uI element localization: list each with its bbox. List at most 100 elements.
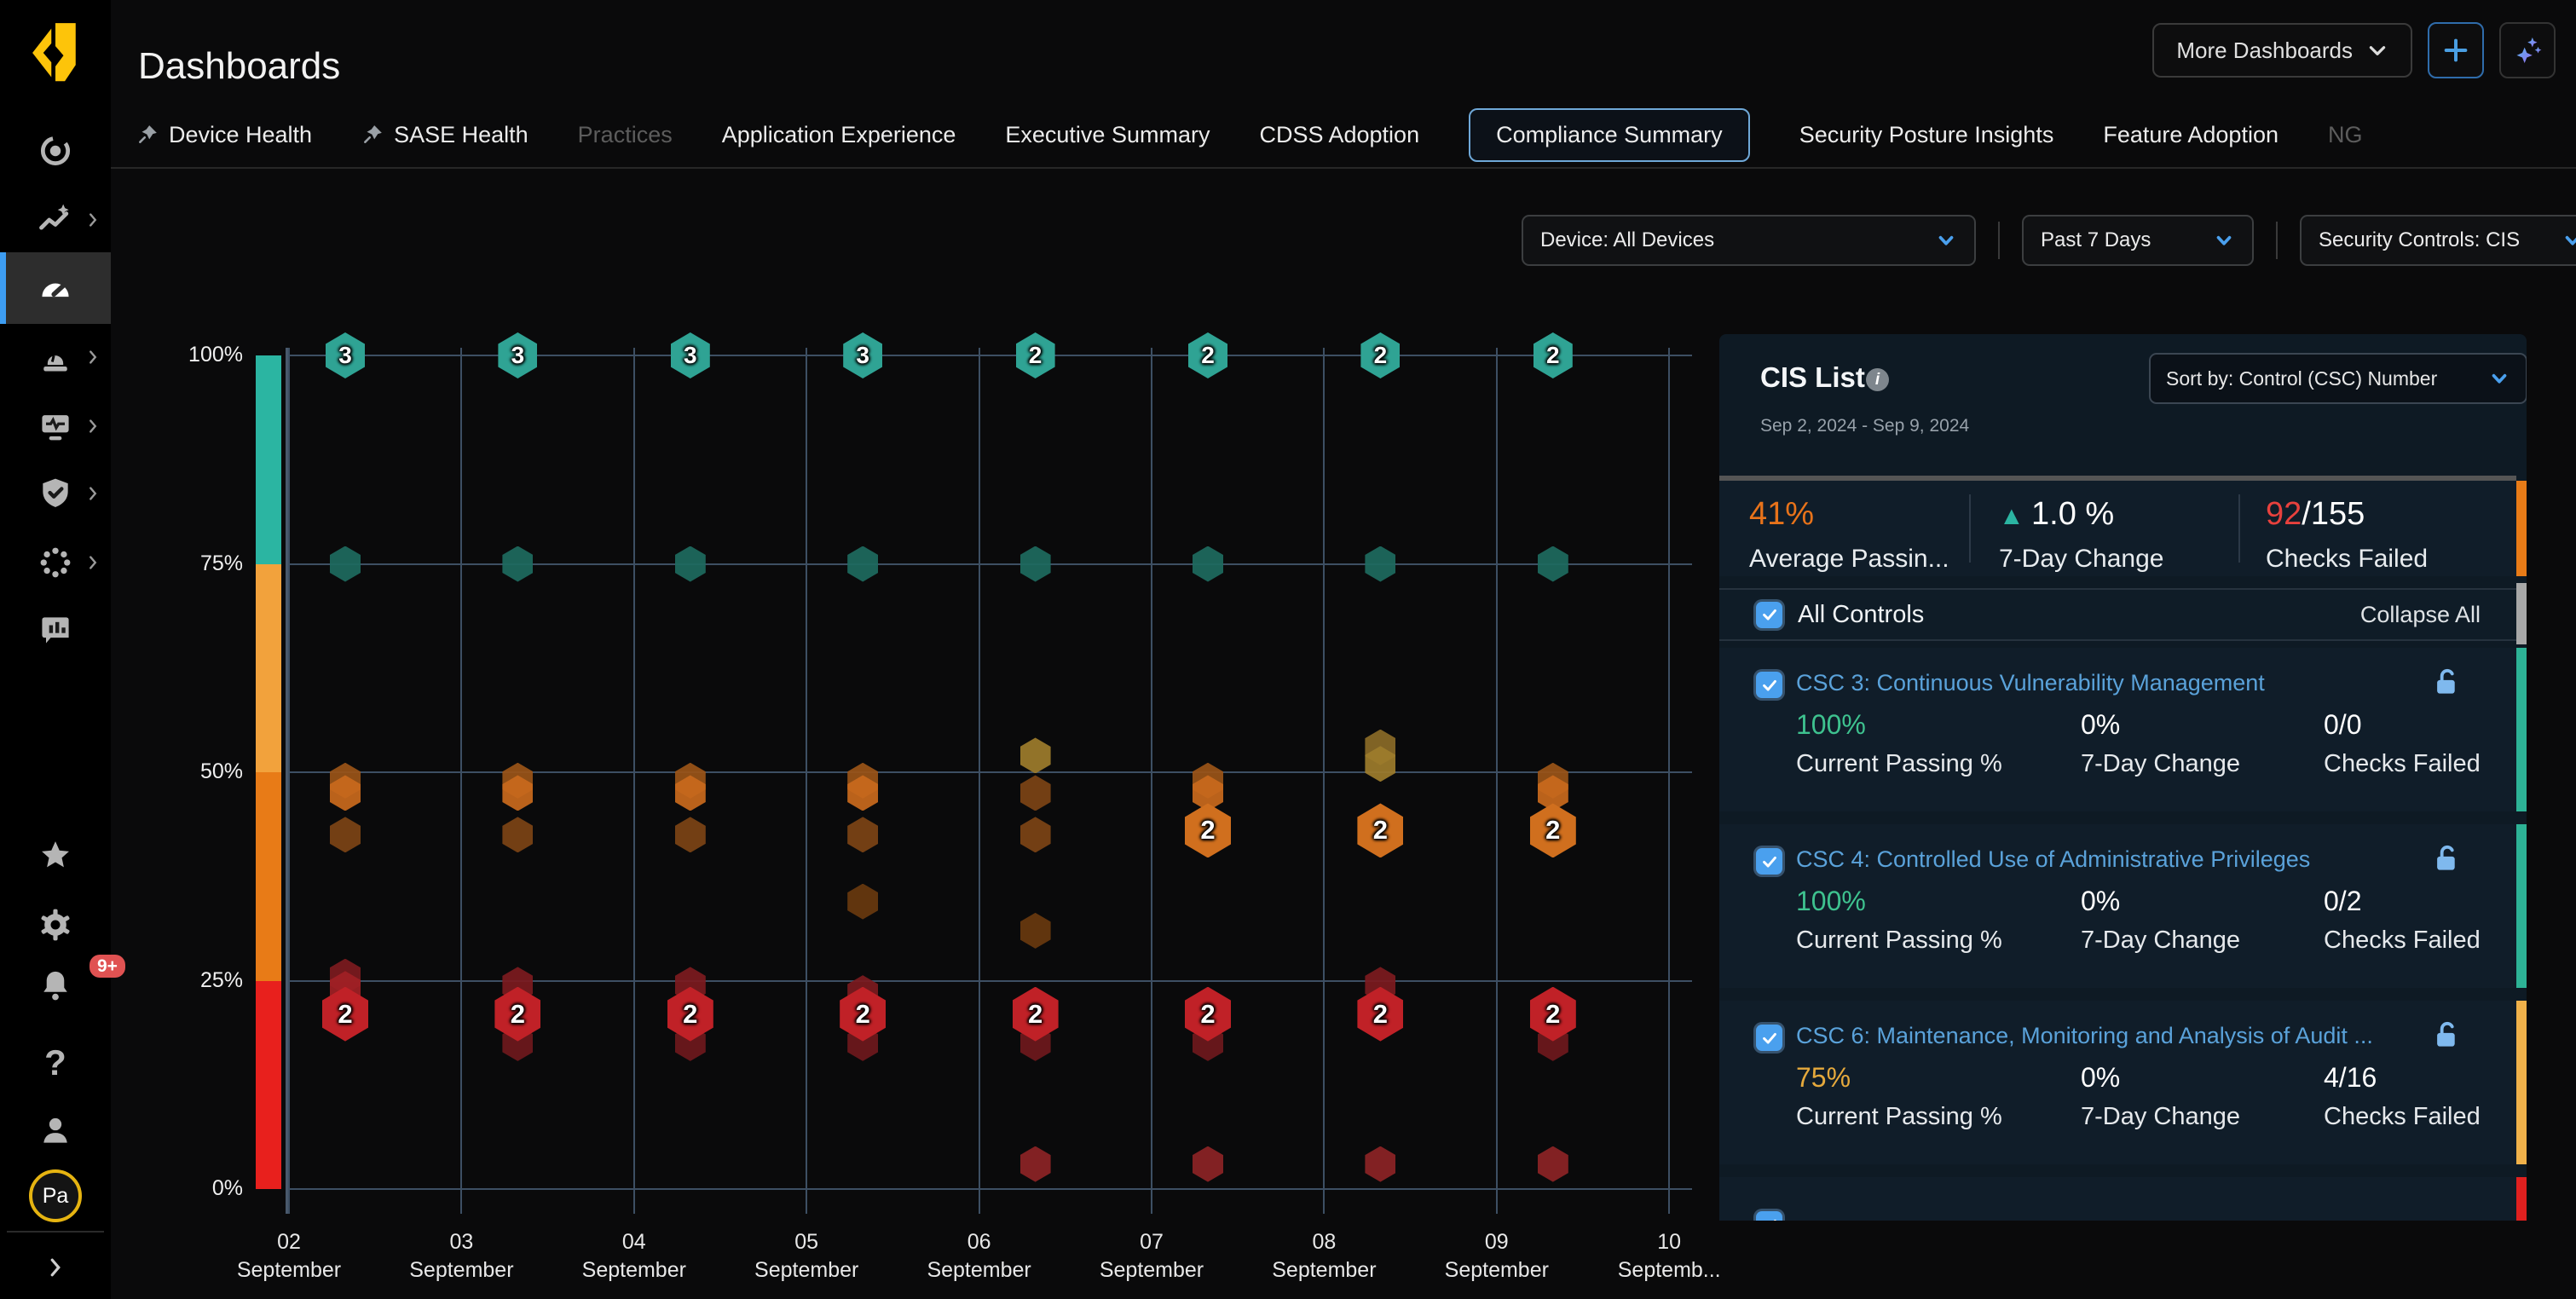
hex-marker[interactable]: 2 [1533,332,1573,378]
panel-date-range: Sep 2, 2024 - Sep 9, 2024 [1760,416,1969,436]
hex-marker[interactable] [502,546,533,582]
hex-marker[interactable]: 2 [494,987,540,1042]
sidebar-item-help[interactable]: ? [0,1027,111,1099]
tab-application-experience[interactable]: Application Experience [722,122,956,148]
all-controls-row[interactable]: All Controls Collapse All [1719,588,2516,641]
info-icon[interactable]: i [1866,368,1889,391]
chevron-right-icon [84,348,102,367]
sidebar-item-radar[interactable] [0,115,111,187]
sidebar-item-notifications[interactable]: 9+ [0,950,111,1021]
hex-marker[interactable] [1193,1146,1223,1182]
tab-ng[interactable]: NG [2328,122,2363,148]
sidebar-item-favorites[interactable] [0,820,111,892]
hex-marker[interactable] [1193,546,1223,582]
sidebar-item-insights[interactable] [0,184,111,256]
hex-marker[interactable] [847,817,878,852]
hex-marker[interactable]: 2 [840,987,886,1042]
control-card-title[interactable]: CSC 6: Maintenance, Monitoring and Analy… [1796,1023,2373,1049]
chevron-right-icon [84,484,102,503]
hex-marker[interactable] [1020,737,1051,773]
control-checkbox[interactable] [1756,672,1782,698]
control-card-value: 0% [2081,886,2120,917]
more-dashboards-button[interactable]: More Dashboards [2152,23,2412,78]
hex-marker[interactable] [1020,1146,1051,1182]
hex-marker[interactable] [675,546,706,582]
hex-marker[interactable] [502,817,533,852]
collapse-all-button[interactable]: Collapse All [2360,602,2481,628]
hex-marker[interactable]: 2 [1188,332,1227,378]
hex-marker[interactable]: 2 [1357,803,1403,857]
tab-device-health[interactable]: Device Health [136,122,312,148]
hex-marker[interactable] [1020,546,1051,582]
risk-gauge-segment [256,981,281,1190]
hex-marker[interactable] [1020,817,1051,852]
hex-marker[interactable] [1365,546,1395,582]
risk-gauge-segment [256,564,281,773]
hex-marker[interactable] [847,884,878,920]
risk-gauge-segment [256,772,281,981]
scrollbar-thumb[interactable] [2516,583,2527,644]
hex-marker[interactable] [1538,1146,1568,1182]
hex-marker[interactable]: 2 [1016,332,1055,378]
ai-assistant-button[interactable] [2499,22,2556,78]
control-checkbox[interactable] [1756,848,1782,875]
hex-marker[interactable]: 2 [1530,803,1576,857]
chevron-right-icon [84,417,102,436]
device-filter-dropdown[interactable]: Device: All Devices [1522,215,1976,266]
tab-compliance-summary[interactable]: Compliance Summary [1469,108,1750,162]
hex-marker[interactable] [1365,1146,1395,1182]
hex-marker[interactable] [675,817,706,852]
hex-marker[interactable]: 3 [843,332,882,378]
unlock-icon[interactable] [2431,667,2463,699]
control-checkbox[interactable] [1756,1025,1782,1051]
sidebar-item-user[interactable] [0,1094,111,1166]
hex-marker[interactable] [1020,913,1051,949]
hex-marker[interactable]: 2 [1013,987,1059,1042]
hex-marker[interactable]: 3 [671,332,710,378]
hex-marker[interactable]: 2 [322,987,368,1042]
sidebar-expand-button[interactable] [0,1238,111,1297]
hex-marker[interactable] [1538,546,1568,582]
hex-marker[interactable]: 3 [326,332,365,378]
control-card-title[interactable]: CSC 4: Controlled Use of Administrative … [1796,846,2310,873]
sidebar-item-avatar[interactable]: Pa [0,1160,111,1232]
hex-marker[interactable]: 2 [1360,332,1400,378]
tab-executive-summary[interactable]: Executive Summary [1005,122,1210,148]
add-dashboard-button[interactable] [2428,22,2484,78]
time-range-dropdown[interactable]: Past 7 Days [2022,215,2254,266]
hex-marker[interactable]: 2 [1357,987,1403,1042]
all-controls-checkbox[interactable] [1756,602,1782,628]
report-chart-icon [37,611,74,649]
hex-marker[interactable]: 2 [667,987,713,1042]
hex-marker[interactable]: 2 [1530,987,1576,1042]
hex-marker[interactable] [330,546,361,582]
sidebar-item-integrations[interactable] [0,527,111,598]
tab-cdss-adoption[interactable]: CDSS Adoption [1259,122,1419,148]
tab-sase-health[interactable]: SASE Health [361,122,528,148]
sidebar-item-dashboards[interactable] [0,252,111,324]
monitor-pulse-icon [37,407,74,445]
security-controls-dropdown[interactable]: Security Controls: CIS [2300,215,2576,266]
control-card-value: 4/16 [2324,1062,2377,1094]
hex-marker[interactable]: 2 [1185,987,1231,1042]
y-axis-tick-label: 75% [141,551,243,576]
sidebar-item-alerts[interactable] [0,321,111,393]
hex-marker[interactable] [847,546,878,582]
hex-marker[interactable] [330,817,361,852]
control-card-title[interactable]: CSC 3: Continuous Vulnerability Manageme… [1796,670,2265,696]
sidebar-item-security-shield[interactable] [0,458,111,529]
sort-dropdown[interactable]: Sort by: Control (CSC) Number [2149,353,2527,404]
sidebar-item-reports[interactable] [0,594,111,666]
brand-logo[interactable] [23,20,88,85]
sidebar-item-monitor[interactable] [0,390,111,462]
hex-marker[interactable]: 3 [498,332,537,378]
control-checkbox[interactable] [1756,1211,1782,1221]
unlock-icon[interactable] [2431,843,2463,875]
tab-practices[interactable]: Practices [578,122,673,148]
hex-marker[interactable]: 2 [1185,803,1231,857]
unlock-icon[interactable] [2431,1019,2463,1052]
tab-security-posture-insights[interactable]: Security Posture Insights [1799,122,2054,148]
tab-feature-adoption[interactable]: Feature Adoption [2103,122,2279,148]
chevron-down-icon [1935,229,1957,251]
hex-marker[interactable] [1020,775,1051,811]
